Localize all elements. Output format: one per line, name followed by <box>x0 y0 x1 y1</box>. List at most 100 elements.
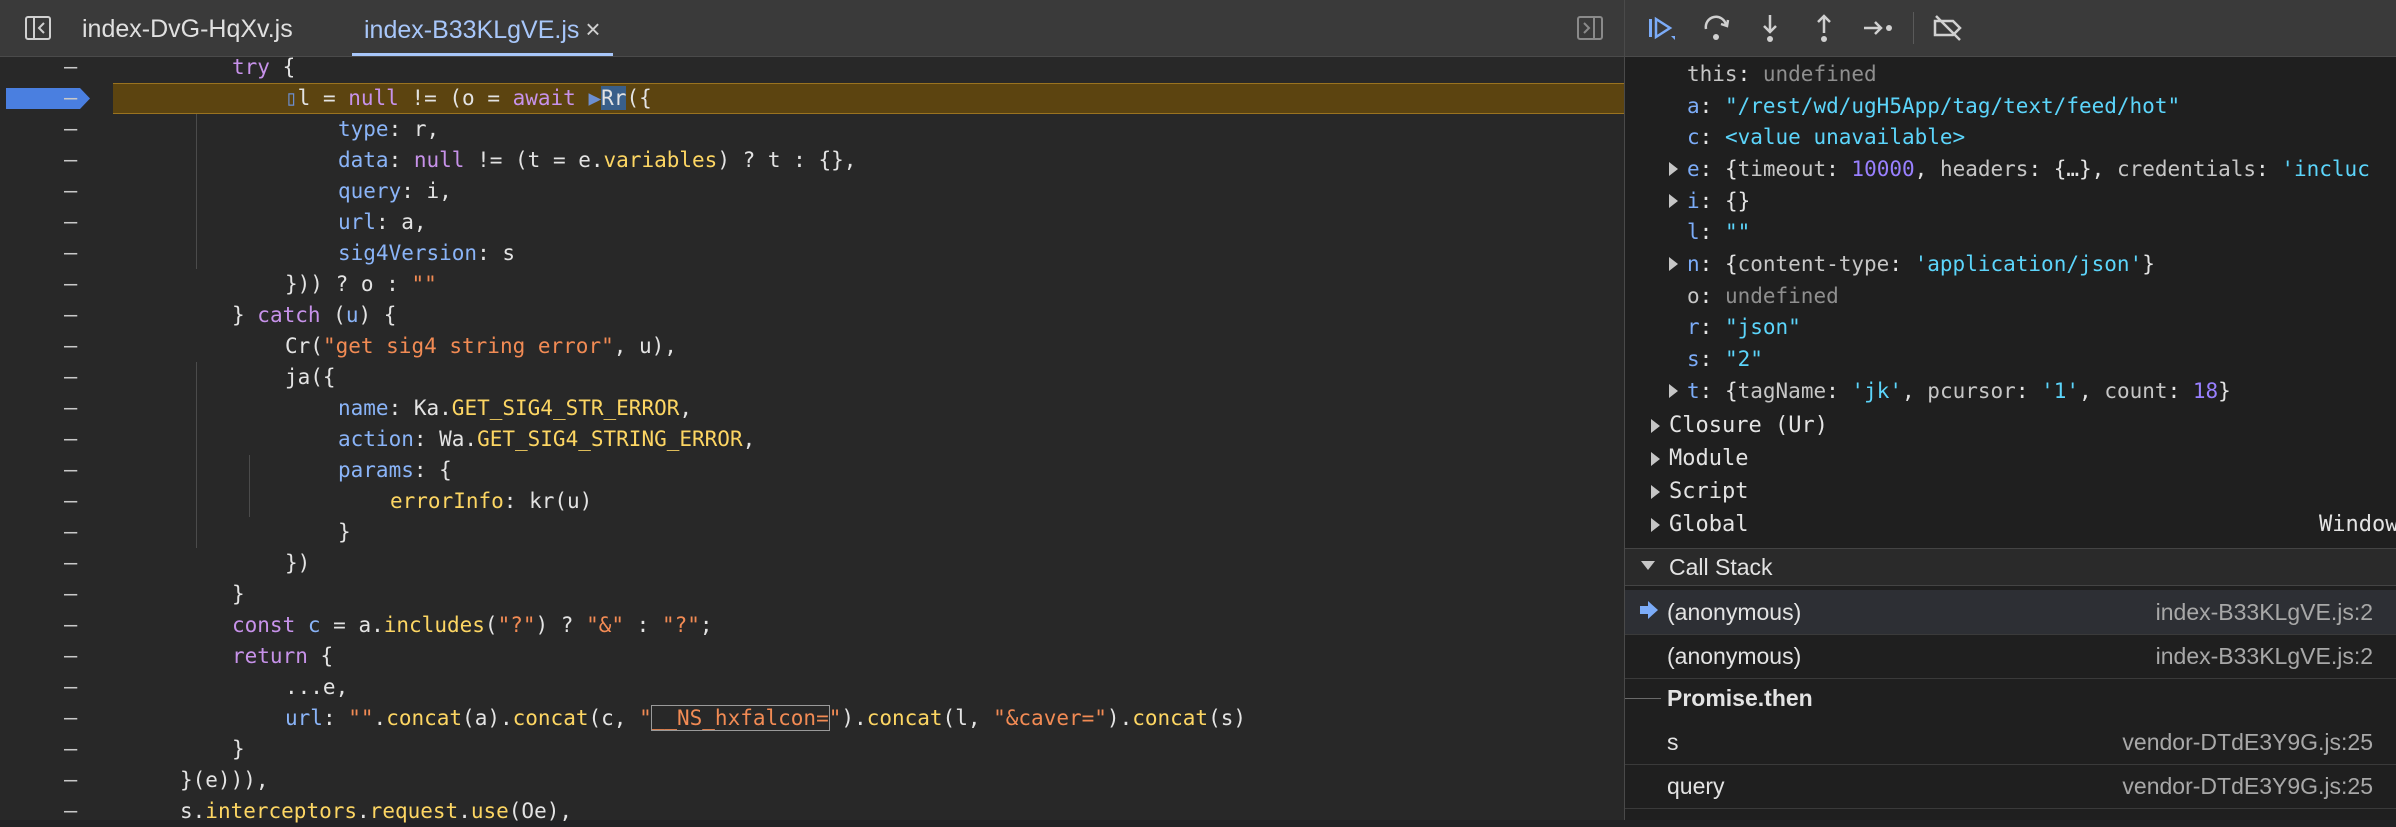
code-text: s.interceptors.request.use(Oe), <box>180 796 572 827</box>
line-gutter[interactable]: – <box>0 83 100 114</box>
code-line[interactable]: –} <box>0 517 1624 548</box>
line-gutter[interactable]: – <box>0 269 100 300</box>
scope-group-global[interactable]: Global Window <box>1625 509 2396 541</box>
line-gutter[interactable]: – <box>0 52 100 83</box>
code-line[interactable]: –}) <box>0 548 1624 579</box>
line-gutter[interactable]: – <box>0 765 100 796</box>
scope-variable-t[interactable]: t: {tagName: 'jk', pcursor: '1', count: … <box>1625 375 2396 407</box>
scope-variable-c[interactable]: c: <value unavailable> <box>1625 121 2396 153</box>
line-gutter[interactable]: – <box>0 300 100 331</box>
scope-variable-this[interactable]: this: undefined <box>1625 58 2396 90</box>
step-out-icon[interactable] <box>1807 12 1841 44</box>
scope-group-script[interactable]: Script <box>1625 476 2396 508</box>
step-icon[interactable] <box>1861 12 1895 44</box>
code-line[interactable]: – try { <box>0 52 1624 83</box>
deactivate-breakpoints-icon[interactable] <box>1931 12 1965 44</box>
scope-variable-o[interactable]: o: undefined <box>1625 280 2396 312</box>
line-gutter[interactable]: – <box>0 424 100 455</box>
expand-triangle-icon[interactable] <box>1651 485 1660 500</box>
line-gutter[interactable]: – <box>0 672 100 703</box>
code-line[interactable]: – data: null != (t = e.variables) ? t : {… <box>0 145 1624 176</box>
code-line[interactable]: – query: i, <box>0 176 1624 207</box>
line-gutter[interactable]: – <box>0 641 100 672</box>
code-area[interactable]: – try {– ▯l = null != (o = await ▶Rr({– typ… <box>0 52 1624 824</box>
frame-location-link[interactable]: index-B33KLgVE.js:2 <box>2156 590 2373 634</box>
code-line[interactable]: – return { <box>0 641 1624 672</box>
step-into-icon[interactable] <box>1753 12 1787 44</box>
call-frame[interactable]: (anonymous) index-B33KLgVE.js:2 <box>1625 634 2396 679</box>
scope-variable-l[interactable]: l: "" <box>1625 216 2396 248</box>
code-line[interactable]: –} catch (u) { <box>0 300 1624 331</box>
expand-triangle-icon[interactable] <box>1669 383 1678 398</box>
line-gutter[interactable]: – <box>0 176 100 207</box>
expand-triangle-icon[interactable] <box>1669 161 1678 176</box>
inline-breakpoint-icon[interactable]: ▶ <box>588 86 601 110</box>
paused-code-line[interactable]: – ▯l = null != (o = await ▶Rr({ <box>0 83 1624 114</box>
line-gutter[interactable]: – <box>0 393 100 424</box>
inline-breakpoint-icon[interactable]: ▯ <box>285 86 298 110</box>
expand-triangle-icon[interactable] <box>1669 193 1678 208</box>
code-line[interactable]: – url: "".concat(a).concat(c, "__NS_hxfal… <box>0 703 1624 734</box>
code-line[interactable]: – Cr("get sig4 string error", u), <box>0 331 1624 362</box>
scope-group-module[interactable]: Module <box>1625 443 2396 475</box>
scope-variable-s[interactable]: s: "2" <box>1625 343 2396 375</box>
tab-index-b33[interactable]: index-B33KLgVE.js × <box>352 0 613 56</box>
expand-triangle-icon[interactable] <box>1651 452 1660 467</box>
line-gutter[interactable]: – <box>0 610 100 641</box>
step-over-icon[interactable] <box>1699 12 1733 44</box>
line-gutter[interactable]: – <box>0 362 100 393</box>
line-gutter[interactable]: – <box>0 486 100 517</box>
call-stack-header[interactable]: Call Stack <box>1625 548 2396 586</box>
scope-variable-a[interactable]: a: "/rest/wd/ugH5App/tag/text/feed/hot" <box>1625 90 2396 122</box>
line-gutter[interactable]: – <box>0 517 100 548</box>
code-line[interactable]: – errorInfo: kr(u) <box>0 486 1624 517</box>
code-line[interactable]: – params: { <box>0 455 1624 486</box>
frame-location-link[interactable]: index-B33KLgVE.js:2 <box>2156 634 2373 678</box>
resume-icon[interactable] <box>1645 12 1679 44</box>
scope-variable-i[interactable]: i: {} <box>1625 185 2396 217</box>
line-gutter[interactable]: – <box>0 734 100 765</box>
tab-index-dvg[interactable]: index-DvG-HqXv.js <box>82 0 293 56</box>
line-gutter[interactable]: – <box>0 207 100 238</box>
code-line[interactable]: – action: Wa.GET_SIG4_STRING_ERROR, <box>0 424 1624 455</box>
line-gutter[interactable]: – <box>0 114 100 145</box>
line-gutter[interactable]: – <box>0 796 100 827</box>
scope-group-closure-ur[interactable]: Closure (Ur) <box>1625 410 2396 442</box>
line-gutter[interactable]: – <box>0 145 100 176</box>
async-call-frame[interactable]: query vendor-DTdE3Y9G.js:25 <box>1625 764 2396 809</box>
code-line[interactable]: –})) ? o : "" <box>0 269 1624 300</box>
call-frame[interactable]: (anonymous) index-B33KLgVE.js:2 <box>1625 590 2396 635</box>
toggle-navigator-icon[interactable] <box>24 14 52 42</box>
breakpoint-marker-icon[interactable] <box>6 88 90 109</box>
expand-triangle-icon[interactable] <box>1651 419 1660 434</box>
async-call-frame[interactable]: s vendor-DTdE3Y9G.js:25 <box>1625 720 2396 765</box>
source-editor[interactable]: index-DvG-HqXv.js index-B33KLgVE.js × – tr… <box>0 0 1624 824</box>
code-line[interactable]: – const c = a.includes("?") ? "&" : "?"; <box>0 610 1624 641</box>
code-line[interactable]: – ...e, <box>0 672 1624 703</box>
code-line[interactable]: –} <box>0 579 1624 610</box>
code-line[interactable]: – ja({ <box>0 362 1624 393</box>
line-gutter[interactable]: – <box>0 455 100 486</box>
code-line[interactable]: – name: Ka.GET_SIG4_STR_ERROR, <box>0 393 1624 424</box>
frame-location-link[interactable]: vendor-DTdE3Y9G.js:25 <box>2122 720 2373 764</box>
expand-triangle-icon[interactable] <box>1651 518 1660 533</box>
scope-variable-e[interactable]: e: {timeout: 10000, headers: {…}, creden… <box>1625 153 2396 185</box>
code-line[interactable]: – s.interceptors.request.use(Oe), <box>0 796 1624 827</box>
frame-location-link[interactable]: vendor-DTdE3Y9G.js:25 <box>2122 764 2373 808</box>
expand-triangle-icon[interactable] <box>1669 256 1678 271</box>
toggle-debugger-icon[interactable] <box>1576 14 1604 42</box>
scope-variable-n[interactable]: n: {content-type: 'application/json'} <box>1625 248 2396 280</box>
line-gutter[interactable]: – <box>0 238 100 269</box>
code-line[interactable]: – type: r, <box>0 114 1624 145</box>
code-line[interactable]: – url: a, <box>0 207 1624 238</box>
scope-variable-r[interactable]: r: "json" <box>1625 311 2396 343</box>
line-gutter[interactable]: – <box>0 579 100 610</box>
line-gutter[interactable]: – <box>0 331 100 362</box>
code-line[interactable]: – sig4Version: s <box>0 238 1624 269</box>
code-line[interactable]: –}(e))), <box>0 765 1624 796</box>
code-line[interactable]: –} <box>0 734 1624 765</box>
line-gutter[interactable]: – <box>0 548 100 579</box>
line-gutter[interactable]: – <box>0 703 100 734</box>
close-tab-icon[interactable]: × <box>585 14 600 44</box>
